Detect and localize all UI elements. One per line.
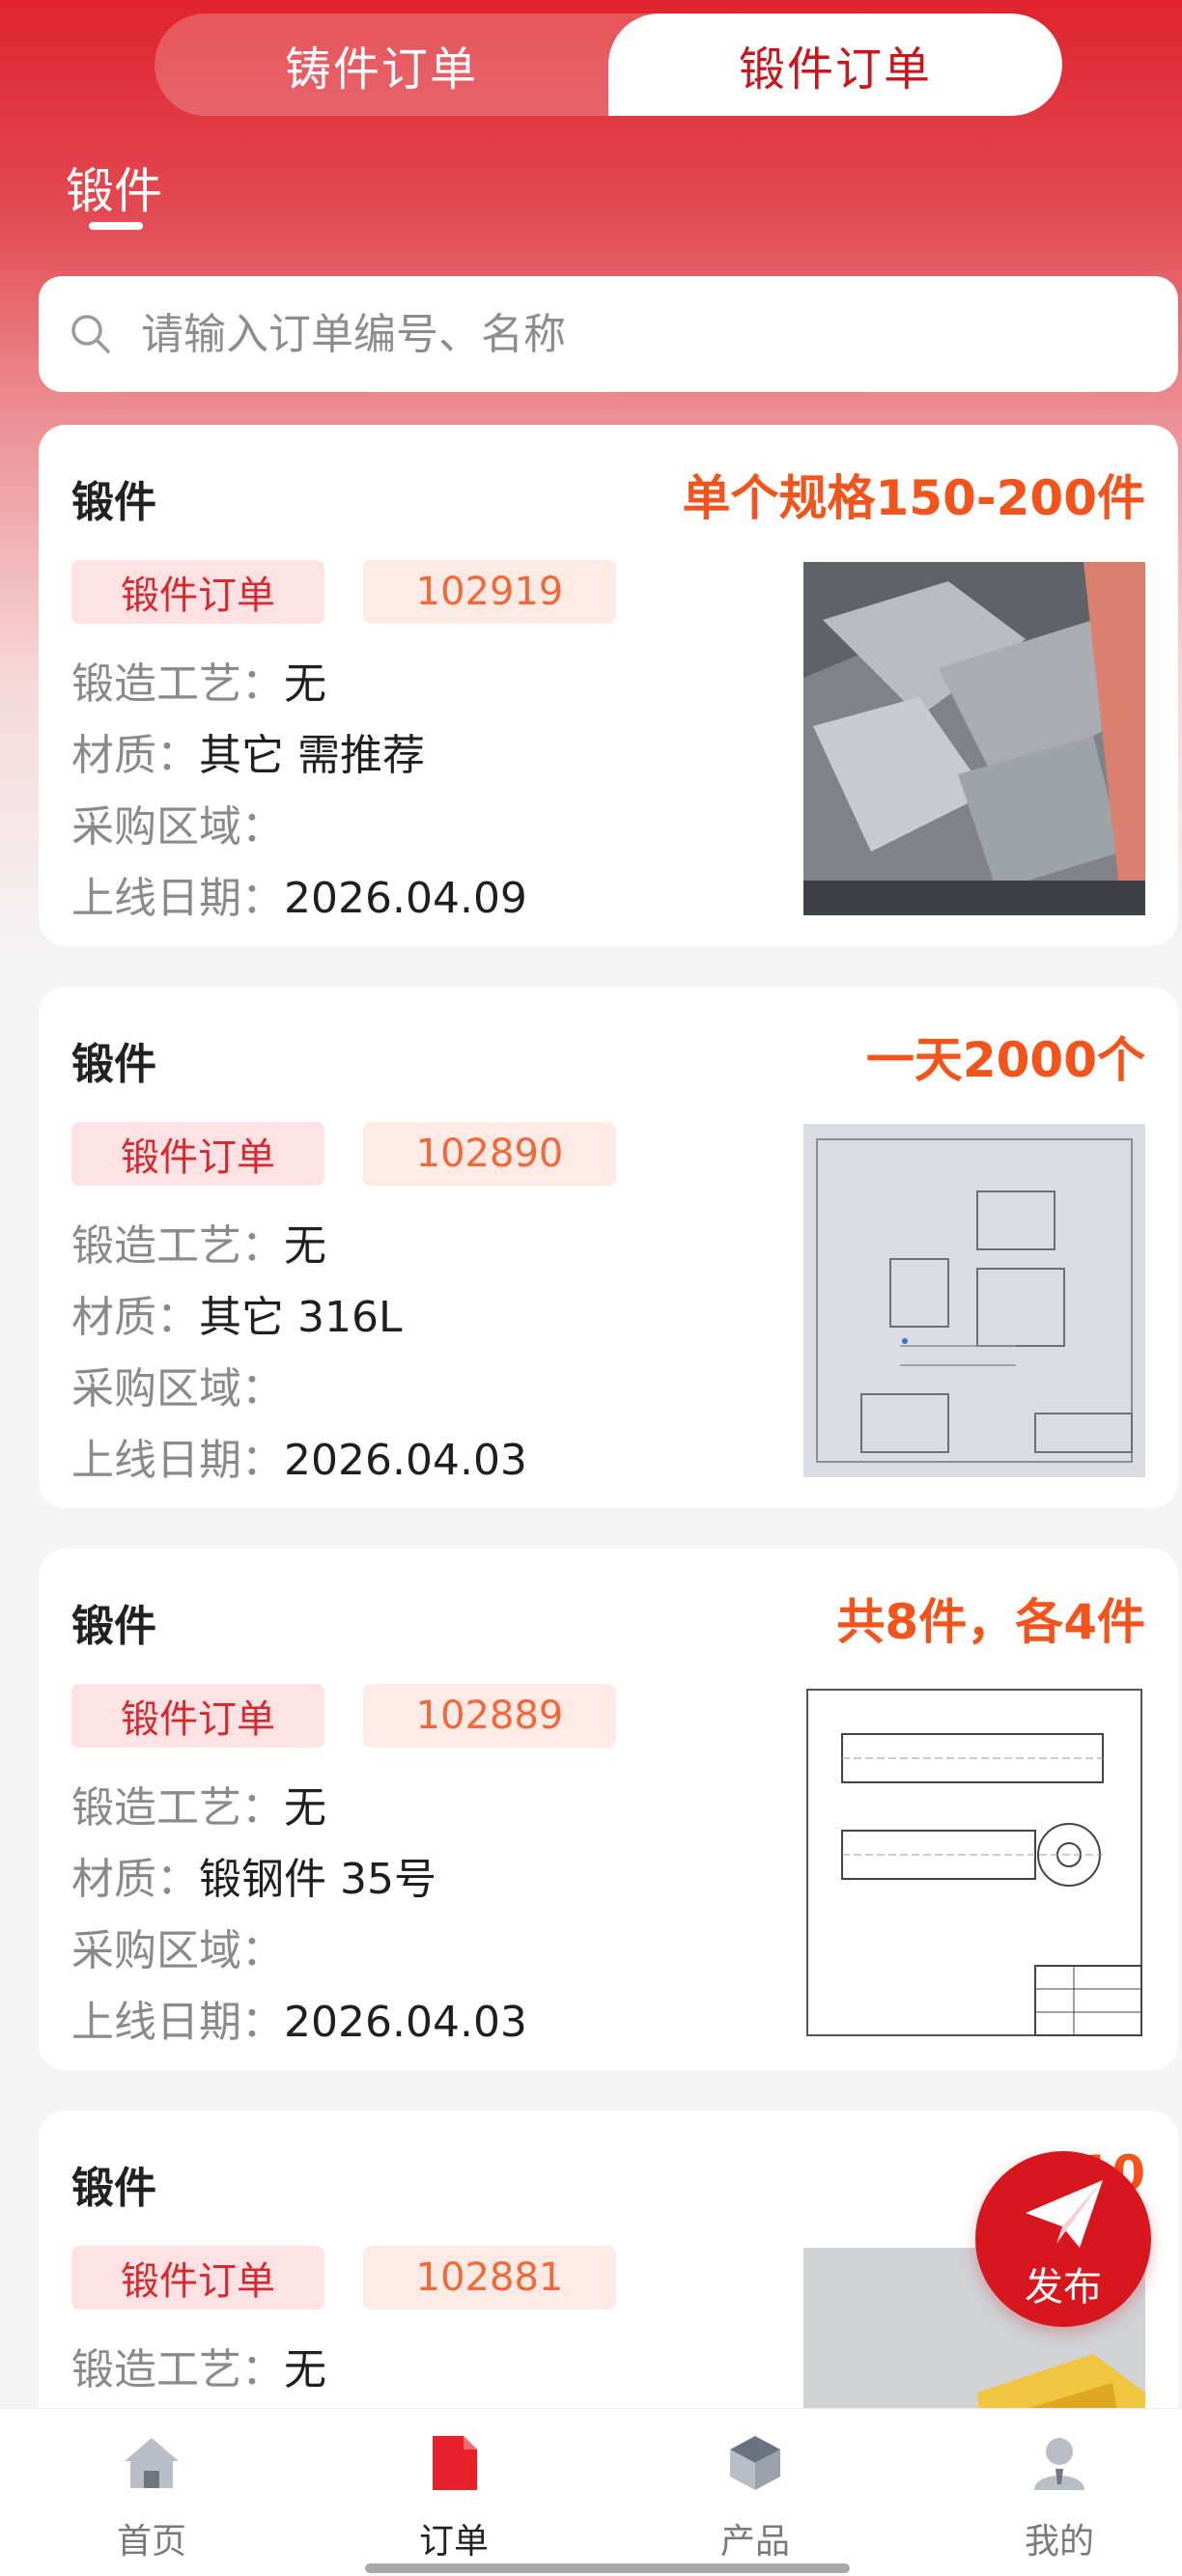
order-title: 锻件: [71, 478, 156, 527]
order-image[interactable]: [803, 1124, 1145, 1477]
search-bar[interactable]: [39, 276, 1178, 392]
publish-label: 发布: [1025, 2265, 1102, 2310]
process-value: 无: [284, 2345, 326, 2394]
bottom-nav: 首页 订单 产品 我的: [0, 2408, 1182, 2576]
order-image[interactable]: [803, 562, 1145, 915]
tab-casting-orders[interactable]: 铸件订单: [155, 14, 608, 116]
home-icon: [125, 2438, 179, 2488]
date-row: 上线日期：2026.04.09: [71, 874, 527, 923]
subtab-forging[interactable]: 锻件: [66, 153, 162, 222]
date-row: 上线日期：2026.04.03: [71, 1998, 527, 2047]
product-box-icon: [730, 2436, 780, 2490]
user-icon: [1034, 2438, 1084, 2490]
order-number-tag: 102919: [363, 560, 616, 624]
order-title: 锻件: [71, 1602, 156, 1651]
region-row: 采购区域：: [71, 802, 284, 852]
order-type-tag: 锻件订单: [71, 2246, 324, 2310]
region-row: 采购区域：: [71, 1364, 284, 1414]
nav-home-label: 首页: [116, 2522, 186, 2562]
material-value: 其它 需推荐: [199, 731, 425, 780]
process-value: 无: [284, 1221, 326, 1271]
nav-profile-label: 我的: [1024, 2522, 1094, 2562]
date-value: 2026.04.03: [284, 1436, 527, 1485]
nav-home[interactable]: 首页: [55, 2409, 248, 2576]
order-title: 锻件: [71, 2164, 156, 2213]
material-value: 锻钢件 35号: [199, 1855, 436, 1904]
order-card[interactable]: 锻件 单个规格150-200件 锻件订单 102919 锻造工艺：无 材质：其它…: [39, 425, 1178, 946]
material-row: 材质：其它 需推荐: [71, 731, 425, 780]
order-quantity: 一天2000个: [865, 1032, 1145, 1088]
order-type-switch: 铸件订单 锻件订单: [155, 14, 1062, 116]
process-row: 锻造工艺：无: [71, 1221, 326, 1271]
search-icon: [71, 315, 110, 353]
material-row: 材质：其它 316L: [71, 1293, 403, 1342]
order-number-tag: 102889: [363, 1684, 616, 1748]
search-input[interactable]: [141, 309, 1107, 359]
process-row: 锻造工艺：无: [71, 1783, 326, 1833]
process-value: 无: [284, 659, 326, 709]
process-row: 锻造工艺：无: [71, 2345, 326, 2394]
order-doc-icon: [433, 2436, 477, 2490]
order-number-tag: 102890: [363, 1122, 616, 1186]
nav-orders[interactable]: 订单: [357, 2409, 550, 2576]
order-card[interactable]: 锻件 共8件，各4件 锻件订单 102889 锻造工艺：无 材质：锻钢件 35号…: [39, 1549, 1178, 2070]
order-quantity: 单个规格150-200件: [682, 470, 1146, 526]
order-image[interactable]: [803, 1686, 1145, 2039]
order-number-tag: 102881: [363, 2246, 616, 2310]
home-indicator: [365, 2563, 850, 2573]
material-row: 材质：锻钢件 35号: [71, 1855, 436, 1904]
order-type-tag: 锻件订单: [71, 560, 324, 624]
publish-button[interactable]: 发布: [975, 2151, 1151, 2327]
subtab-active-indicator: [89, 222, 143, 230]
nav-products[interactable]: 产品: [659, 2409, 852, 2576]
paper-plane-icon: [1026, 2180, 1103, 2248]
order-title: 锻件: [71, 1040, 156, 1089]
process-value: 无: [284, 1783, 326, 1833]
nav-products-label: 产品: [719, 2522, 790, 2562]
order-quantity: 共8件，各4件: [836, 1594, 1145, 1650]
region-row: 采购区域：: [71, 1926, 284, 1975]
order-card[interactable]: 锻件 一天2000个 锻件订单 102890 锻造工艺：无 材质：其它 316L…: [39, 987, 1178, 1508]
process-row: 锻造工艺：无: [71, 659, 326, 709]
date-value: 2026.04.09: [284, 874, 527, 923]
date-value: 2026.04.03: [284, 1998, 527, 2047]
date-row: 上线日期：2026.04.03: [71, 1436, 527, 1485]
tab-forging-orders[interactable]: 锻件订单: [608, 14, 1062, 116]
nav-orders-label: 订单: [418, 2522, 489, 2562]
material-value: 其它 316L: [199, 1293, 403, 1342]
order-type-tag: 锻件订单: [71, 1684, 324, 1748]
nav-profile[interactable]: 我的: [963, 2409, 1156, 2576]
order-type-tag: 锻件订单: [71, 1122, 324, 1186]
